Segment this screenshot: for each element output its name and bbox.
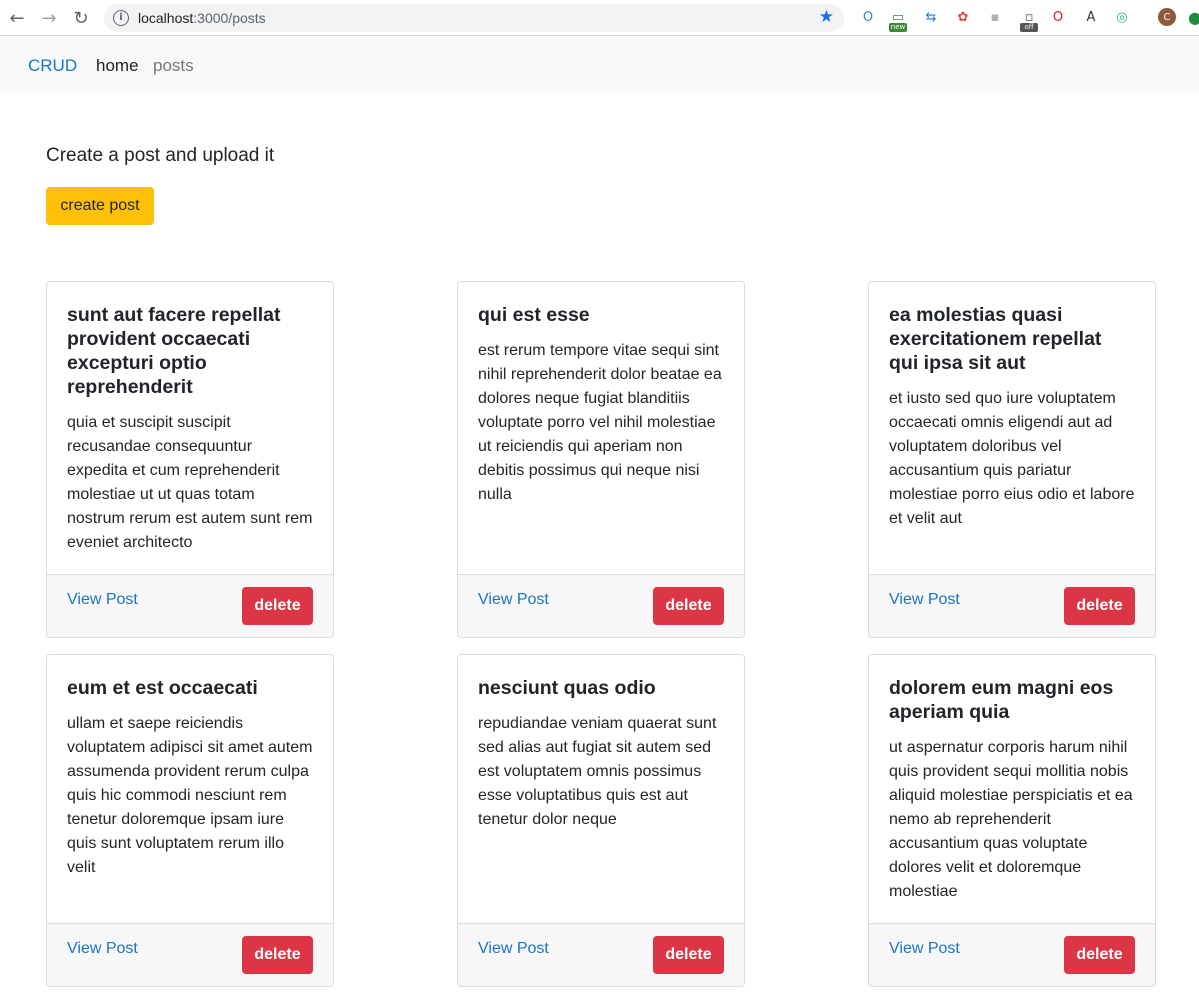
delete-button[interactable]: delete	[1064, 587, 1135, 625]
post-body: et iusto sed quo iure voluptatem occaeca…	[889, 390, 1135, 527]
post-body: est rerum tempore vitae sequi sint nihil…	[478, 342, 722, 503]
post-card-footer: View Post delete	[458, 923, 744, 986]
address-bar[interactable]: i localhost:3000/posts ★	[104, 4, 844, 32]
delete-button[interactable]: delete	[1064, 936, 1135, 974]
extension-badge: new	[889, 23, 907, 32]
ext-arrows-icon[interactable]: ⇆	[922, 8, 940, 26]
post-title: sunt aut facere repellat provident occae…	[67, 304, 281, 398]
post-card-body: sunt aut facere repellat provident occae…	[47, 282, 333, 574]
delete-button[interactable]: delete	[242, 587, 313, 625]
view-post-link[interactable]: View Post	[889, 591, 960, 609]
page-lead-text: Create a post and upload it	[46, 145, 275, 166]
post-card: ea molestias quasi exercitationem repell…	[868, 281, 1156, 638]
nav-link-home[interactable]: home	[96, 56, 139, 76]
post-body: ullam et saepe reiciendis voluptatem adi…	[67, 715, 313, 876]
view-post-link[interactable]: View Post	[889, 940, 960, 958]
post-card-body: dolorem eum magni eos aperiam quia ut as…	[869, 655, 1155, 923]
reload-icon[interactable]: ↻	[68, 5, 94, 31]
post-card-footer: View Post delete	[869, 923, 1155, 986]
post-card: eum et est occaecati ullam et saepe reic…	[46, 654, 334, 987]
ext-opera-icon[interactable]: O	[859, 8, 877, 26]
ext-target-icon[interactable]: ◎	[1113, 8, 1131, 26]
create-post-button[interactable]: create post	[46, 187, 154, 225]
navbar-brand[interactable]: CRUD	[28, 56, 77, 76]
delete-button[interactable]: delete	[653, 936, 724, 974]
navbar: CRUD home posts	[0, 37, 1199, 93]
delete-button[interactable]: delete	[242, 936, 313, 974]
post-card-footer: View Post delete	[869, 574, 1155, 637]
browser-toolbar: ← → ↻ i localhost:3000/posts ★ O ▭ new ⇆ ✿ ▪ ▫…	[0, 0, 1199, 36]
post-card-footer: View Post delete	[47, 574, 333, 637]
ext-color-wheel-icon[interactable]: ✿	[954, 8, 972, 26]
delete-button[interactable]: delete	[653, 587, 724, 625]
post-card: nesciunt quas odio repudiandae veniam qu…	[457, 654, 745, 987]
post-card: sunt aut facere repellat provident occae…	[46, 281, 334, 638]
back-icon[interactable]: ←	[4, 5, 30, 31]
view-post-link[interactable]: View Post	[478, 591, 549, 609]
post-body: repudiandae veniam quaerat sunt sed alia…	[478, 715, 717, 828]
ext-green-icon[interactable]: ●	[1186, 8, 1199, 27]
posts-grid: sunt aut facere repellat provident occae…	[46, 281, 1156, 987]
ext-off-icon[interactable]: ▫ off	[1020, 8, 1038, 32]
ext-a-icon[interactable]: A	[1082, 8, 1100, 26]
post-card-body: nesciunt quas odio repudiandae veniam qu…	[458, 655, 744, 923]
post-card-footer: View Post delete	[47, 923, 333, 986]
view-post-link[interactable]: View Post	[478, 940, 549, 958]
post-title: dolorem eum magni eos aperiam quia	[889, 677, 1114, 723]
url-host: localhost	[138, 10, 194, 26]
view-post-link[interactable]: View Post	[67, 591, 138, 609]
url-path: :3000/posts	[193, 10, 266, 26]
extension-badge: off	[1020, 23, 1038, 32]
profile-avatar[interactable]: C	[1158, 8, 1176, 26]
ext-chat-icon[interactable]: ▪	[986, 8, 1004, 26]
forward-icon[interactable]: →	[36, 5, 62, 31]
url-text[interactable]: localhost:3000/posts	[138, 10, 266, 26]
post-title: ea molestias quasi exercitationem repell…	[889, 304, 1102, 374]
post-card-body: qui est esse est rerum tempore vitae seq…	[458, 282, 744, 574]
post-body: ut aspernatur corporis harum nihil quis …	[889, 739, 1133, 900]
ext-opera-red-icon[interactable]: O	[1049, 8, 1067, 26]
post-title: qui est esse	[478, 304, 590, 326]
post-body: quia et suscipit suscipit recusandae con…	[67, 414, 313, 551]
nav-link-posts[interactable]: posts	[153, 56, 194, 76]
post-title: nesciunt quas odio	[478, 677, 656, 699]
post-card-footer: View Post delete	[458, 574, 744, 637]
post-card: qui est esse est rerum tempore vitae seq…	[457, 281, 745, 638]
bookmark-star-icon[interactable]: ★	[819, 7, 834, 27]
post-card: dolorem eum magni eos aperiam quia ut as…	[868, 654, 1156, 987]
post-card-body: ea molestias quasi exercitationem repell…	[869, 282, 1155, 574]
view-post-link[interactable]: View Post	[67, 940, 138, 958]
post-card-body: eum et est occaecati ullam et saepe reic…	[47, 655, 333, 923]
site-info-icon[interactable]: i	[113, 10, 129, 26]
ext-new-icon[interactable]: ▭ new	[889, 8, 907, 32]
post-title: eum et est occaecati	[67, 677, 258, 699]
